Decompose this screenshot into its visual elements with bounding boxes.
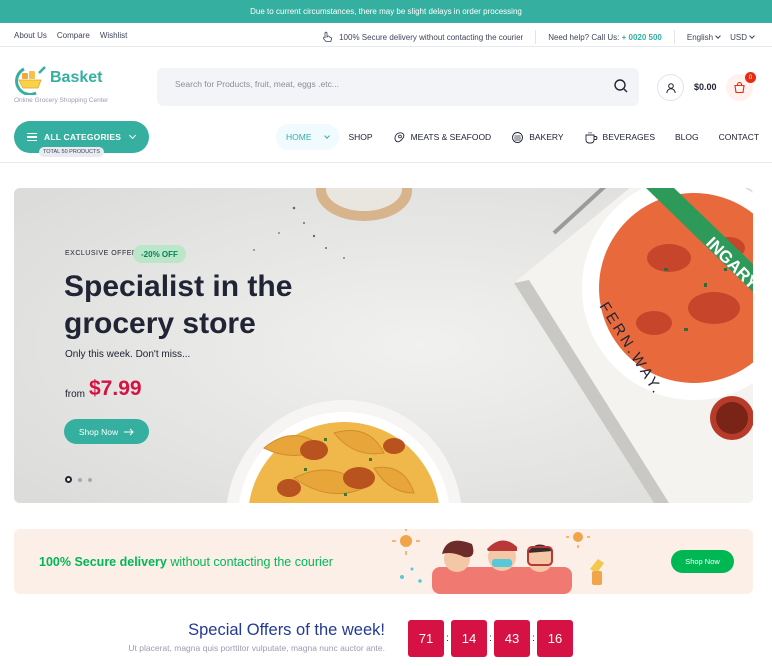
countdown-minutes: 43 (494, 620, 530, 657)
hero-price: $7.99 (89, 377, 142, 400)
countdown-separator: : (532, 633, 535, 644)
nav-bakery[interactable]: BAKERY (501, 124, 573, 150)
shopping-bag-icon (734, 81, 745, 94)
special-offers-subtitle: Ut placerat, magna quis porttitor vulput… (128, 643, 385, 653)
header-divider (0, 162, 772, 163)
help-label: Need help? Call Us: (548, 32, 620, 42)
nav-meats-seafood[interactable]: MEATS & SEAFOOD (383, 124, 502, 150)
phone-number[interactable]: + 0020 500 (622, 33, 662, 42)
banner-illustration (392, 529, 604, 594)
banner-text-bold: 100% Secure delivery (39, 555, 167, 569)
countdown-separator: : (489, 633, 492, 644)
search-input[interactable] (175, 79, 595, 89)
secure-delivery-note: 100% Secure delivery without contacting … (321, 31, 523, 43)
user-icon (665, 82, 676, 93)
all-categories-button[interactable]: ALL CATEGORIES TOTAL 50 PRODUCTS (14, 121, 149, 157)
countdown-timer: 71 : 14 : 43 : 16 (408, 620, 573, 657)
language-value: English (686, 32, 714, 42)
slider-dot[interactable] (78, 477, 82, 482)
total-products-badge: TOTAL 50 PRODUCTS (39, 147, 105, 157)
countdown-separator: : (446, 633, 449, 644)
chevron-down-icon (128, 131, 137, 140)
nav-label: CONTACT (718, 132, 760, 142)
slider-dots (65, 476, 92, 483)
cup-icon (585, 131, 597, 143)
search-bar (157, 68, 639, 106)
search-icon[interactable] (613, 78, 629, 94)
hero-shop-now-button[interactable]: Shop Now (64, 419, 149, 444)
utility-links: About Us Compare Wishlist (14, 31, 127, 40)
utility-bar: About Us Compare Wishlist 100% Secure de… (0, 23, 772, 47)
nav-label: MEATS & SEAFOOD (410, 132, 492, 142)
cart-total: $0.00 (694, 82, 717, 92)
countdown-days: 71 (408, 620, 444, 657)
logo-name: Basket (50, 69, 103, 86)
hero-from-label: from (65, 389, 85, 400)
nav-label: HOME (286, 132, 312, 142)
divider (535, 30, 537, 44)
countdown-hours: 14 (451, 620, 487, 657)
nav-contact[interactable]: CONTACT (709, 124, 769, 150)
chevron-down-icon (715, 33, 721, 39)
chevron-down-icon (323, 133, 330, 139)
top-notice-text: Due to current circumstances, there may … (250, 7, 522, 16)
meat-icon (394, 131, 404, 142)
divider (673, 30, 675, 44)
delivery-banner: 100% Secure delivery without contacting … (14, 529, 753, 594)
currency-select[interactable]: USD (730, 32, 755, 42)
hero-food-image: INGARY FERN.WAY. (14, 188, 753, 503)
chevron-down-icon (749, 33, 755, 39)
nav-home[interactable]: HOME (276, 124, 339, 150)
all-categories-label: ALL CATEGORIES (44, 132, 122, 142)
arrow-right-icon (124, 428, 134, 435)
hero-title: Specialist in the grocery store (64, 270, 293, 340)
main-nav: HOME SHOP MEATS & SEAFOOD BAKERY BEVERAG… (276, 124, 769, 150)
hero-slider: INGARY FERN.WAY. EXCLUSIVE OFFER -20% OF… (14, 188, 753, 503)
account-button[interactable] (657, 74, 684, 101)
nav-beverages[interactable]: BEVERAGES (574, 124, 665, 150)
wishlist-link[interactable]: Wishlist (100, 31, 128, 40)
hero-eyebrow: EXCLUSIVE OFFER (65, 250, 138, 257)
nav-label: BEVERAGES (602, 132, 655, 142)
currency-value: USD (730, 32, 747, 42)
banner-shop-now-button[interactable]: Shop Now (671, 550, 734, 573)
compare-link[interactable]: Compare (57, 31, 90, 40)
top-notice-bar: Due to current circumstances, there may … (0, 0, 772, 23)
about-us-link[interactable]: About Us (14, 31, 47, 40)
basket-logo-icon (15, 66, 46, 95)
secure-delivery-text: 100% Secure delivery without contacting … (339, 32, 524, 42)
menu-icon (27, 133, 37, 141)
banner-text-rest: without contacting the courier (166, 555, 333, 569)
bakery-icon (512, 131, 524, 143)
nav-label: SHOP (348, 132, 373, 142)
nav-label: BAKERY (529, 132, 564, 142)
hand-touch-icon (323, 31, 333, 42)
logo-tagline: Online Grocery Shopping Center (14, 97, 109, 104)
slider-dot[interactable] (88, 477, 92, 482)
language-select[interactable]: English (686, 32, 721, 42)
cart-button[interactable]: 0 (726, 72, 756, 101)
slider-dot-active[interactable] (65, 476, 72, 483)
hero-subtitle: Only this week. Don't miss... (65, 349, 191, 360)
nav-blog[interactable]: BLOG (665, 124, 709, 150)
site-logo[interactable]: Basket Online Grocery Shopping Center (14, 63, 134, 107)
special-offers-title: Special Offers of the week! (188, 621, 385, 639)
discount-badge: -20% OFF (133, 245, 186, 263)
cart-count-badge: 0 (745, 72, 756, 83)
banner-text: 100% Secure delivery without contacting … (39, 555, 333, 569)
utility-right: 100% Secure delivery without contacting … (321, 30, 755, 44)
hero-shop-now-label: Shop Now (78, 426, 119, 437)
special-offers-heading: Special Offers of the week! Ut placerat,… (82, 621, 385, 653)
nav-label: BLOG (674, 132, 699, 142)
countdown-seconds: 16 (537, 620, 573, 657)
nav-shop[interactable]: SHOP (339, 124, 383, 150)
